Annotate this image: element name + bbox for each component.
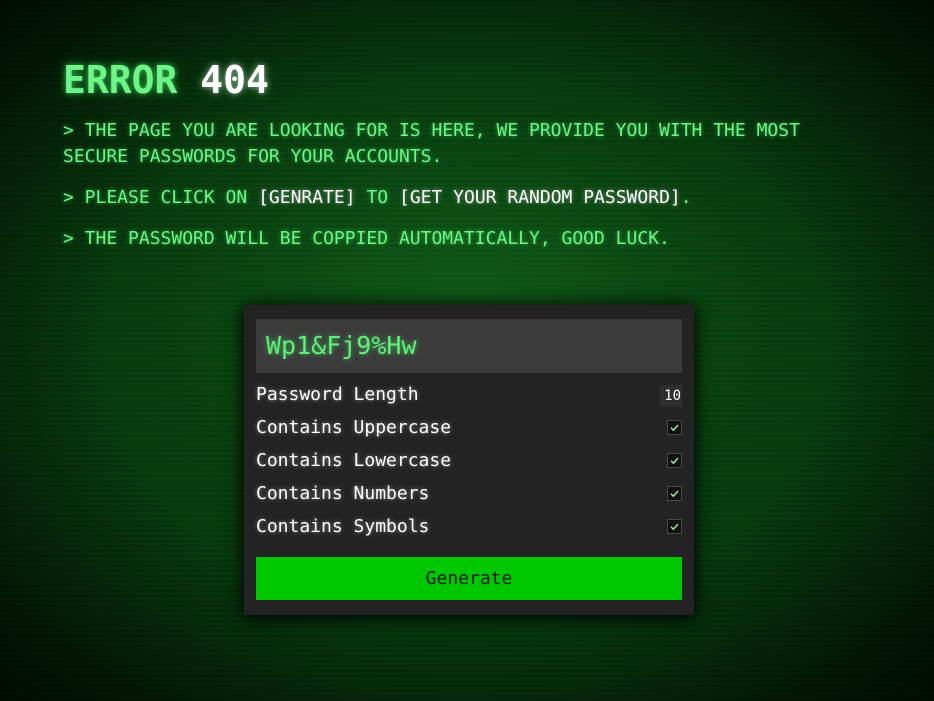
check-icon (670, 490, 679, 498)
message-highlight-generate: [GENRATE] (258, 187, 356, 208)
page-title: ERROR 404 (63, 56, 863, 104)
generate-button[interactable]: Generate (256, 557, 682, 600)
option-lowercase-row: Contains Lowercase (256, 447, 682, 475)
password-generator-panel: Wp1&Fj9%Hw Password Length 10 Contains U… (244, 305, 694, 615)
password-length-label: Password Length (256, 384, 419, 405)
message-line-2-mid: TO (355, 187, 399, 208)
option-symbols-row: Contains Symbols (256, 513, 682, 541)
check-icon (670, 424, 679, 432)
password-length-row: Password Length 10 (256, 381, 682, 409)
uppercase-checkbox[interactable] (667, 420, 682, 435)
message-line-2: > PLEASE CLICK ON [GENRATE] TO [GET YOUR… (63, 185, 863, 211)
message-line-3: > THE PASSWORD WILL BE COPPIED AUTOMATIC… (63, 228, 670, 249)
password-length-input[interactable]: 10 (660, 385, 682, 407)
option-symbols-label: Contains Symbols (256, 516, 430, 537)
option-lowercase-label: Contains Lowercase (256, 450, 452, 471)
numbers-checkbox[interactable] (667, 486, 682, 501)
message-line-2-suffix: . (680, 187, 692, 208)
option-uppercase-row: Contains Uppercase (256, 414, 682, 442)
option-uppercase-label: Contains Uppercase (256, 417, 452, 438)
title-code: 404 (200, 58, 269, 102)
error-content: ERROR 404 > THE PAGE YOU ARE LOOKING FOR… (63, 56, 863, 267)
symbols-checkbox[interactable] (667, 519, 682, 534)
password-display[interactable]: Wp1&Fj9%Hw (256, 319, 682, 373)
message-line-2-prefix: > PLEASE CLICK ON (63, 187, 259, 208)
check-icon (670, 457, 679, 465)
title-word: ERROR (63, 58, 178, 102)
check-icon (670, 523, 679, 531)
option-numbers-label: Contains Numbers (256, 483, 430, 504)
message-line-1: > THE PAGE YOU ARE LOOKING FOR IS HERE, … (63, 120, 800, 167)
option-numbers-row: Contains Numbers (256, 480, 682, 508)
lowercase-checkbox[interactable] (667, 453, 682, 468)
message-highlight-password: [GET YOUR RANDOM PASSWORD] (398, 187, 681, 208)
